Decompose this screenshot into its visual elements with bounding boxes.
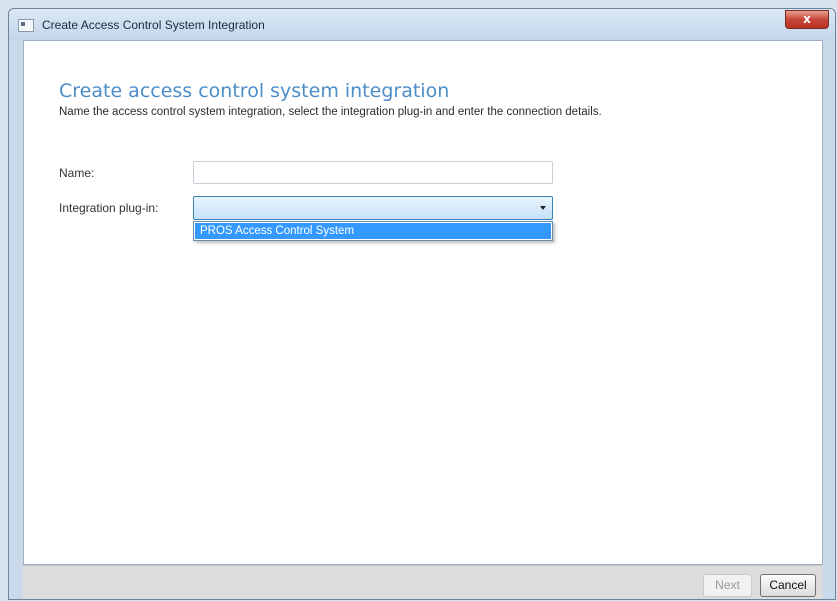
title-bar[interactable]: Create Access Control System Integration… [9, 9, 835, 40]
plugin-dropdown-list: PROS Access Control System [193, 221, 553, 241]
name-input[interactable] [193, 161, 553, 184]
window-icon[interactable] [18, 19, 34, 32]
close-button[interactable]: x [785, 10, 829, 29]
page-heading: Create access control system integration [59, 80, 450, 102]
dialog-footer: Next Cancel [23, 565, 823, 599]
dropdown-arrow-icon[interactable] [540, 206, 546, 210]
content-panel: Create access control system integration… [23, 40, 823, 565]
plugin-label: Integration plug-in: [59, 201, 159, 215]
page-description: Name the access control system integrati… [59, 106, 602, 118]
cancel-button[interactable]: Cancel [760, 574, 816, 597]
plugin-dropdown[interactable] [193, 196, 553, 220]
name-label: Name: [59, 166, 95, 180]
plugin-option-pros[interactable]: PROS Access Control System [195, 223, 551, 239]
window-title: Create Access Control System Integration [42, 18, 265, 32]
dialog-window: Create Access Control System Integration… [8, 8, 836, 600]
next-button[interactable]: Next [703, 574, 752, 597]
